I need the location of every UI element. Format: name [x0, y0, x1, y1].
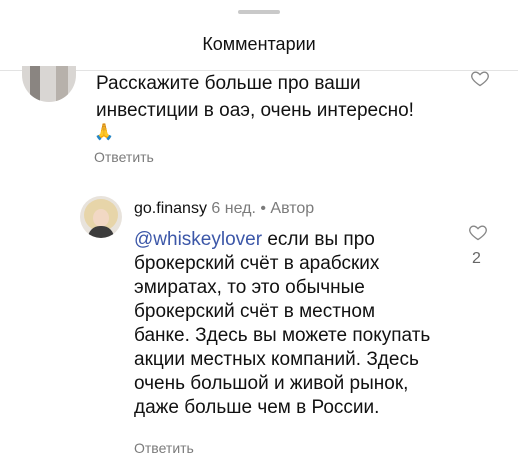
timestamp: 6 нед.: [211, 200, 256, 217]
avatar[interactable]: [22, 66, 76, 102]
heart-icon[interactable]: [468, 222, 488, 242]
mention-link[interactable]: @whiskeylover: [134, 229, 262, 250]
sheet-title: Комментарии: [202, 34, 316, 54]
comment-meta: go.finansy 6 нед. • Автор: [134, 200, 314, 218]
reply-button[interactable]: Ответить: [94, 149, 154, 165]
sheet-grabber[interactable]: [238, 10, 280, 14]
comment-text: @whiskeylover если вы про брокерский счё…: [134, 228, 434, 420]
username[interactable]: go.finansy: [134, 200, 207, 217]
comment-body: если вы про брокерский счёт в арабских э…: [134, 229, 431, 418]
pray-emoji: 🙏: [94, 124, 114, 141]
author-badge: Автор: [270, 200, 315, 217]
comments-sheet: Комментарии Расскажите больше про ваши и…: [0, 0, 518, 464]
meta-separator: •: [260, 200, 266, 217]
like-count: 2: [472, 250, 481, 267]
avatar[interactable]: [80, 196, 122, 238]
comment-text: Расскажите больше про ваши инвестиции в …: [96, 73, 414, 121]
heart-icon[interactable]: [470, 68, 490, 88]
reply-button[interactable]: Ответить: [134, 440, 194, 456]
